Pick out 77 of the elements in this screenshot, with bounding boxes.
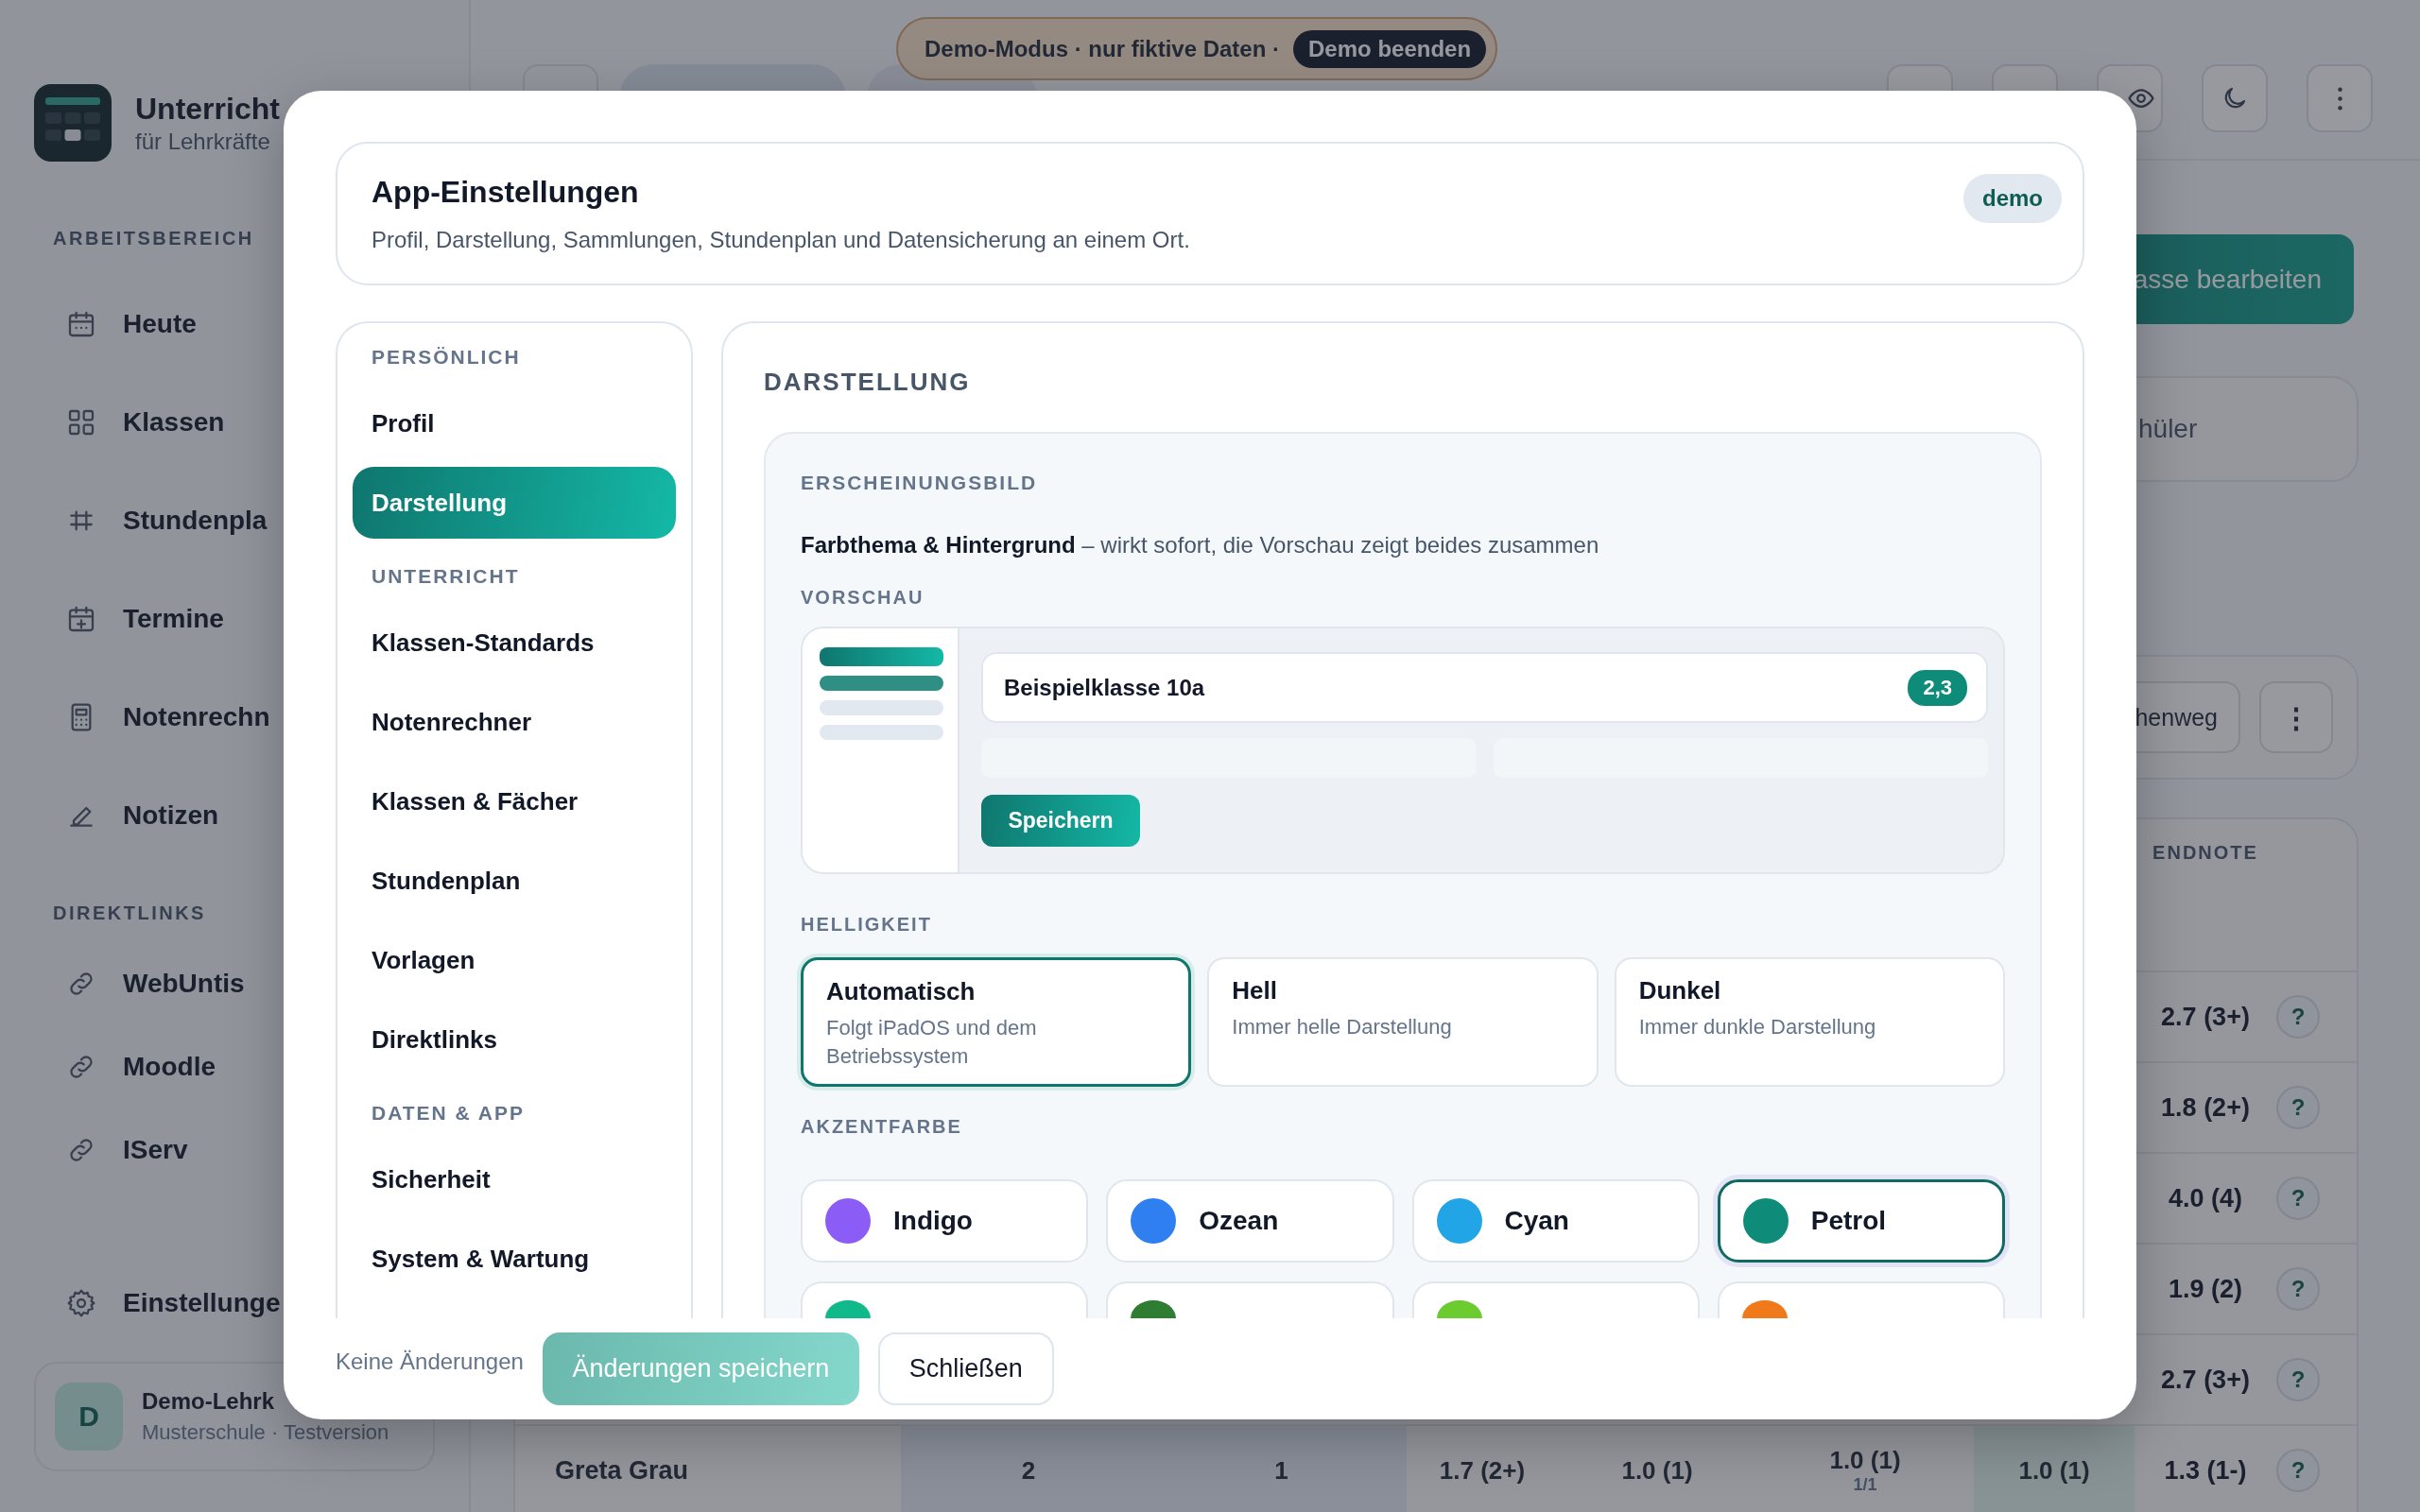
accent-option[interactable] [801,1281,1089,1318]
grade-count: 1/1 [1853,1475,1877,1495]
grade-cell: 1.0 (1) [1621,1455,1693,1486]
preview-save-button[interactable]: Speichern [981,795,1140,847]
accent-option[interactable]: Indigo [801,1179,1089,1263]
nav-item[interactable]: Klassen-Standards [353,607,676,679]
accent-option[interactable] [1717,1281,2005,1318]
app-title: Unterricht [135,91,280,127]
option-description: Immer helle Darstellung [1232,1014,1453,1040]
section-label: ARBEITSBEREICH [52,227,254,250]
preview-label: VORSCHAU [801,586,925,610]
nav-item[interactable]: Vorlagen [353,924,676,996]
help-button[interactable]: ? [2276,1086,2320,1129]
nav-item[interactable]: Darstellung [353,467,676,539]
user-school: Musterschule · Testversion [142,1420,389,1445]
final-grade: 2.7 (3+) [2161,1002,2250,1032]
section-label: DIREKTLINKS [52,902,206,925]
avatar: D [55,1383,123,1451]
demo-badge: demo [1963,174,2062,223]
accent-option[interactable]: Ozean [1106,1179,1394,1263]
group-description: Farbthema & Hintergrund – wirkt sofort, die Vorschau zeigt beides zusammen [801,532,1600,558]
calendar-icon [66,309,96,339]
nav-section-label: PERSÖNLICH [371,345,522,369]
nav-item[interactable]: Stundenplan [353,845,676,917]
calendar-plus-icon [66,604,96,634]
option-description: Folgt iPadOS und dem Betriebssystem [826,1015,1038,1070]
help-button[interactable]: ? [2276,995,2320,1039]
logo-icon [34,84,112,162]
nav-section-label: UNTERRICHT [371,564,521,589]
grade-cell: 1.0 (1) [2018,1455,2090,1486]
final-grade: 2.7 (3+) [2161,1365,2250,1395]
column-header: ENDNOTE [2152,842,2258,864]
brightness-option[interactable]: Hell Immer helle Darstellung [1207,957,1599,1087]
option-title: Hell [1232,976,1278,1005]
final-grade: 4.0 (4) [2168,1183,2242,1213]
settings-icon [66,1288,96,1318]
group-label: AKZENTFARBE [801,1115,963,1139]
dialog-subtitle: Profil, Darstellung, Sammlungen, Stundenplan und Datensicherung an einem Ort. [372,226,1190,253]
group-heading: ERSCHEINUNGSBILD [801,471,1039,495]
accent-option[interactable]: Cyan [1411,1179,1700,1263]
option-description: Immer dunkle Darstellung [1638,1014,1877,1040]
help-button[interactable]: ? [2276,1177,2320,1220]
app-subtitle: für Lehrkräfte [135,128,271,155]
grade-cell: 1 [1274,1455,1288,1486]
nav-item[interactable]: Profil [353,387,676,459]
nav-item[interactable]: System & Wartung [353,1223,676,1295]
final-grade: 1.8 (2+) [2161,1092,2250,1123]
nav-item[interactable]: Klassen & Fächer [353,765,676,837]
user-name: Demo-Lehrk [142,1388,276,1415]
dialog-title: App-Einstellungen [372,174,640,210]
group-label: HELLIGKEIT [801,913,933,936]
more-button[interactable]: ⋮ [2259,681,2333,753]
banner-text: Demo-Modus · nur fiktive Daten · [925,35,1281,62]
close-button[interactable]: Schließen [877,1332,1054,1405]
grade-cell: 1.7 (2+) [1439,1455,1526,1486]
nav-item[interactable]: Sicherheit [353,1143,676,1215]
accent-option[interactable] [1106,1281,1394,1318]
end-demo-button[interactable]: Demo beenden [1293,29,1487,68]
grid-icon [66,407,96,438]
option-title: Automatisch [826,977,977,1006]
help-button[interactable]: ? [2276,1267,2320,1311]
final-grade: 1.3 (1-) [2164,1455,2247,1486]
help-button[interactable]: ? [2276,1449,2320,1492]
nav-item[interactable]: Notenrechner [353,686,676,758]
brightness-option[interactable]: Dunkel Immer dunkle Darstellung [1614,957,2005,1087]
grade-cell: 2 [1021,1455,1036,1486]
grade-badge: 2,3 [1908,669,1967,706]
help-button[interactable]: ? [2276,1358,2320,1401]
student-name: Greta Grau [555,1455,689,1486]
nav-section-label: DATEN & APP [371,1101,526,1125]
final-grade: 1.9 (2) [2168,1274,2242,1304]
grade-cell: 1.0 (1) [1829,1446,1901,1475]
option-title: Dunkel [1638,976,1722,1005]
class-name: Beispielklasse 10a [1004,674,1205,701]
nav-item[interactable]: Direktlinks [353,1004,676,1075]
more-icon [2337,86,2342,111]
section-title: DARSTELLUNG [764,367,972,397]
